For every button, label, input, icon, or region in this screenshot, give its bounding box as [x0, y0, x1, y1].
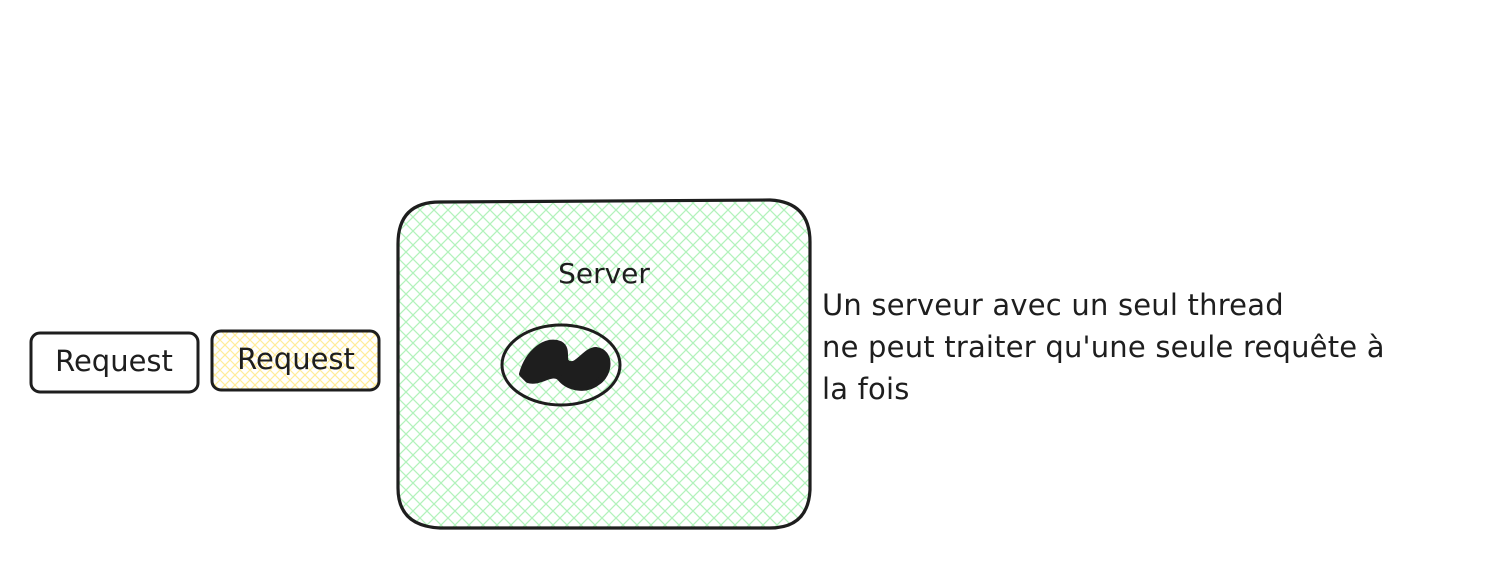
- note-line-1: Un serveur avec un seul thread: [822, 288, 1284, 322]
- request-label-1: Request: [55, 344, 173, 378]
- thread-scribble: [519, 339, 611, 391]
- server-label: Server: [558, 257, 650, 290]
- request-box-2: Request: [210, 329, 381, 392]
- note-text: Un serveur avec un seul thread ne peut t…: [822, 284, 1482, 410]
- request-label-2: Request: [237, 342, 355, 376]
- note-line-3: la fois: [822, 372, 910, 406]
- request-box-1: Request: [29, 331, 200, 394]
- note-line-2: ne peut traiter qu'une seule requête à: [822, 330, 1385, 364]
